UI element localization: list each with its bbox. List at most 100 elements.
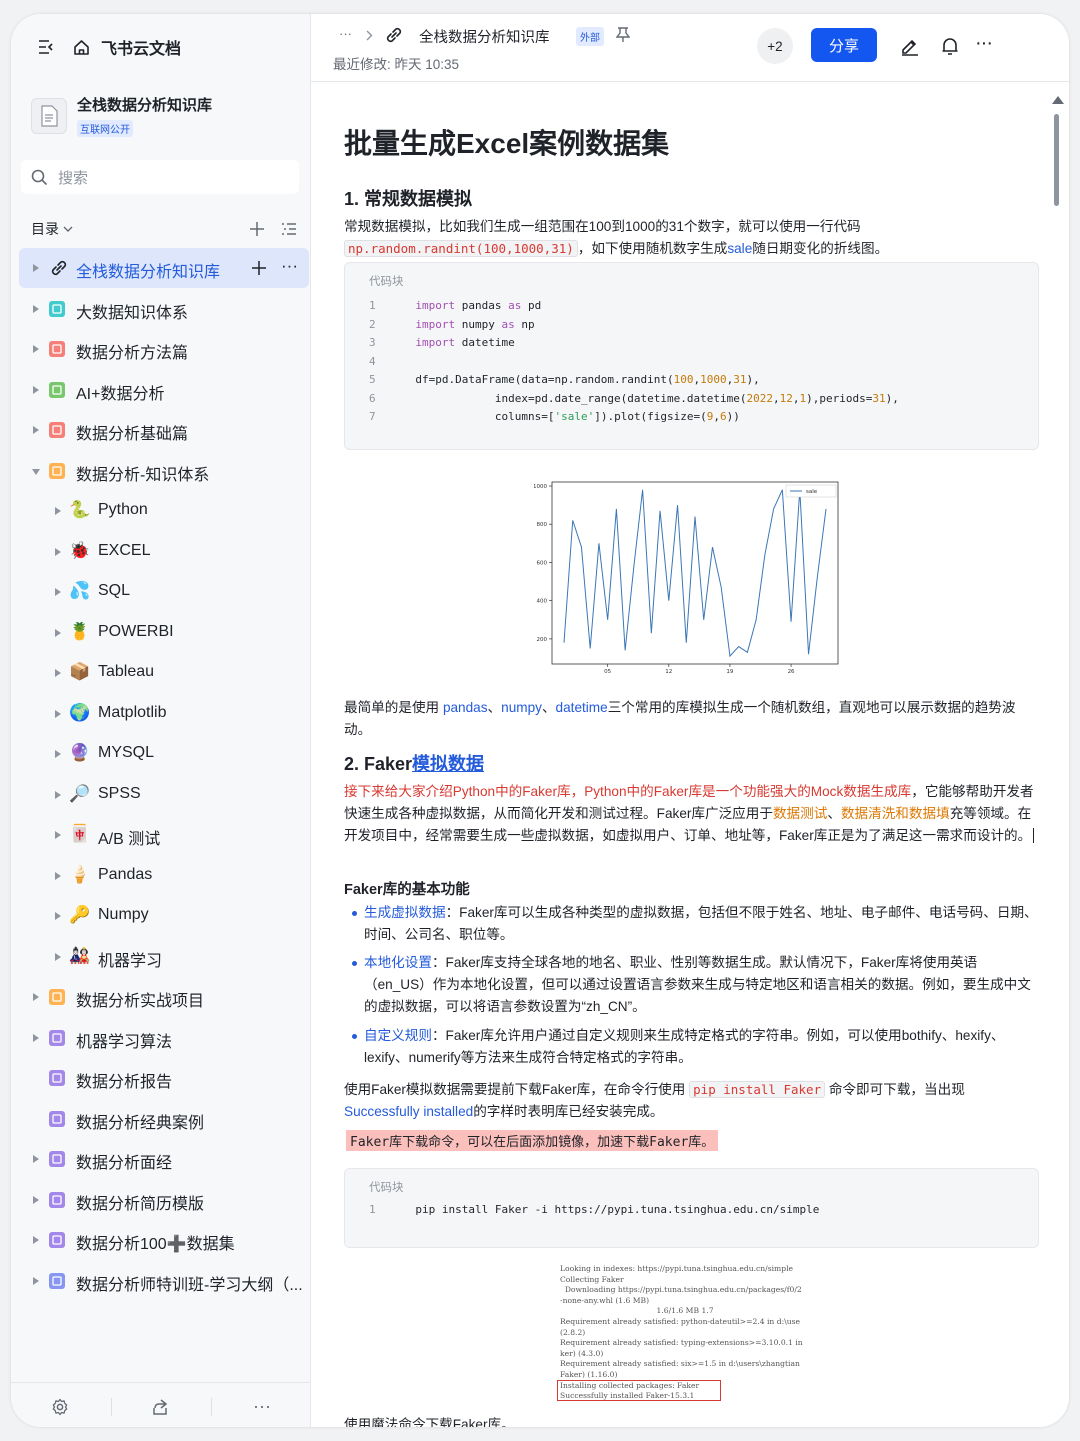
sidebar-item[interactable]: 🀄 A/B 测试 xyxy=(11,815,311,855)
list-item: 生成虚拟数据：Faker库可以生成各种类型的虚拟数据，包括但不限于姓名、地址、电… xyxy=(364,905,1038,942)
sidebar-item[interactable]: 数据分析经典案例 xyxy=(11,1099,311,1139)
sidebar-item[interactable]: 数据分析简历模版 xyxy=(11,1180,311,1220)
sidebar-item[interactable]: 数据分析方法篇 xyxy=(11,329,311,369)
sidebar-item[interactable]: 数据分析基础篇 xyxy=(11,410,311,450)
sidebar-item[interactable]: 📦 Tableau xyxy=(11,653,311,693)
more-options-icon[interactable]: ··· xyxy=(975,32,993,55)
bell-icon[interactable] xyxy=(940,36,960,56)
toc-label[interactable]: 目录 xyxy=(31,219,59,239)
sidebar-item[interactable]: 数据分析师特训班-学习大纲（... xyxy=(11,1261,311,1301)
sidebar-item[interactable]: 数据分析实战项目 xyxy=(11,977,311,1017)
sidebar-item[interactable]: 🌍 Matplotlib xyxy=(11,694,311,734)
caret-right-icon[interactable] xyxy=(55,871,61,880)
collaborator-count: +2 xyxy=(767,38,783,54)
mock-data-link[interactable]: 模拟数据 xyxy=(412,754,484,774)
sidebar-item[interactable]: 🔎 SPSS xyxy=(11,775,311,815)
code-line: 2 import numpy as np xyxy=(369,317,535,331)
chevron-down-icon[interactable] xyxy=(63,226,73,232)
sidebar-item[interactable]: 🔑 Numpy xyxy=(11,896,311,936)
caret-right-icon[interactable] xyxy=(55,507,61,515)
last-modified: 最近修改: 昨天 10:35 xyxy=(333,57,460,72)
paragraph-5: 使用魔法命令下载Faker库。 xyxy=(344,1417,515,1427)
terminal-output: Looking in indexes: https://pypi.tuna.ts… xyxy=(556,1262,836,1402)
caret-right-icon[interactable] xyxy=(55,831,61,839)
breadcrumb-more-icon[interactable]: ··· xyxy=(339,26,352,41)
share-button[interactable]: 分享 xyxy=(811,28,877,62)
caret-right-icon[interactable] xyxy=(33,264,39,272)
item-emoji-icon: 💦 xyxy=(69,581,91,600)
code-line: 4 xyxy=(369,354,376,368)
doc-icon xyxy=(49,1272,65,1289)
collaborators-avatar[interactable]: +2 xyxy=(757,28,793,64)
breadcrumb-current[interactable]: 全栈数据分析知识库 xyxy=(419,26,550,47)
code-block-2[interactable]: 代码块 1 pip install Faker -i https://pypi.… xyxy=(344,1168,1039,1248)
item-more-icon[interactable]: ··· xyxy=(281,256,298,276)
sidebar-item[interactable]: 数据分析-知识体系 xyxy=(11,451,311,491)
caret-right-icon[interactable] xyxy=(55,547,61,556)
sidebar-item[interactable]: 💦 SQL xyxy=(11,572,311,612)
feature-link[interactable]: 本地化设置 xyxy=(364,955,432,970)
sidebar-item[interactable]: 🍍 POWERBI xyxy=(11,613,311,653)
caret-right-icon[interactable] xyxy=(55,588,61,596)
caret-right-icon[interactable] xyxy=(55,709,61,718)
caret-right-icon[interactable] xyxy=(33,345,39,353)
doc-icon xyxy=(49,422,65,438)
share-out-icon[interactable] xyxy=(151,1398,169,1416)
numpy-link[interactable]: numpy xyxy=(501,700,542,715)
paragraph-2: 最简单的是使用 pandas、numpy、datetime三个常用的库模拟生成一… xyxy=(344,700,1016,737)
caret-right-icon[interactable] xyxy=(33,1236,39,1244)
caret-right-icon[interactable] xyxy=(33,993,39,1001)
caret-right-icon[interactable] xyxy=(33,1155,39,1163)
caret-down-icon[interactable] xyxy=(32,468,40,475)
more-icon[interactable]: ··· xyxy=(253,1396,271,1417)
successfully-installed-link[interactable]: Successfully installed xyxy=(344,1104,473,1119)
feature-link[interactable]: 自定义规则 xyxy=(364,1028,432,1043)
sidebar-item[interactable]: 🎎 机器学习 xyxy=(11,937,311,977)
edit-icon[interactable] xyxy=(900,36,920,56)
sidebar-item[interactable]: 数据分析100➕数据集 xyxy=(11,1220,311,1260)
caret-right-icon[interactable] xyxy=(33,385,39,394)
caret-right-icon[interactable] xyxy=(33,304,39,313)
list-outline-icon[interactable] xyxy=(281,221,297,237)
caret-right-icon[interactable] xyxy=(55,790,61,799)
settings-icon[interactable] xyxy=(51,1398,69,1416)
sidebar-item[interactable]: 数据分析面经 xyxy=(11,1139,311,1179)
add-child-icon[interactable] xyxy=(251,260,267,281)
pin-icon[interactable] xyxy=(616,27,630,43)
scrollbar[interactable] xyxy=(1052,96,1064,216)
search-box[interactable]: 搜索 xyxy=(21,160,299,194)
sidebar-item[interactable]: 🐞 EXCEL xyxy=(11,532,311,572)
sidebar-item[interactable]: 🍦 Pandas xyxy=(11,856,311,896)
caret-right-icon[interactable] xyxy=(33,426,39,434)
code-block-1[interactable]: 代码块 1 import pandas as pd 2 import numpy … xyxy=(344,262,1039,450)
terminal-line: Collecting Faker xyxy=(560,1274,624,1284)
y-tick-label: 600 xyxy=(537,560,548,566)
sidebar-item[interactable]: 数据分析报告 xyxy=(11,1058,311,1098)
paragraph-1: 常规数据模拟，比如我们生成一组范围在100到1000的31个数字，就可以使用一行… xyxy=(344,219,889,257)
sidebar-item[interactable]: 机器学习算法 xyxy=(11,1018,311,1058)
sidebar-item[interactable]: 🔮 MYSQL xyxy=(11,734,311,774)
caret-right-icon[interactable] xyxy=(55,750,61,758)
search-input[interactable]: 搜索 xyxy=(58,167,88,188)
caret-right-icon[interactable] xyxy=(55,952,61,961)
sidebar-item[interactable]: 全栈数据分析知识库 ··· xyxy=(19,248,309,288)
caret-right-icon[interactable] xyxy=(33,1195,39,1204)
sidebar-item[interactable]: 🐍 Python xyxy=(11,491,311,531)
menu-collapse-icon[interactable] xyxy=(37,37,57,57)
caret-right-icon[interactable] xyxy=(55,669,61,677)
caret-right-icon[interactable] xyxy=(33,1033,39,1042)
add-icon[interactable] xyxy=(249,221,265,237)
datetime-link[interactable]: datetime xyxy=(556,700,608,715)
feature-link[interactable]: 生成虚拟数据 xyxy=(364,905,446,920)
doc-icon xyxy=(49,1191,65,1208)
space-header[interactable]: 全栈数据分析知识库 互联网公开 xyxy=(31,94,212,138)
sidebar-item[interactable]: 大数据知识体系 xyxy=(11,289,311,329)
caret-right-icon[interactable] xyxy=(33,1276,39,1285)
pandas-link[interactable]: pandas xyxy=(443,700,488,715)
caret-right-icon[interactable] xyxy=(55,912,61,920)
bullet-dot xyxy=(352,961,357,966)
sidebar-item[interactable]: AI+数据分析 xyxy=(11,370,311,410)
caret-right-icon[interactable] xyxy=(55,628,61,637)
home-icon[interactable] xyxy=(71,37,91,57)
sale-link[interactable]: sale xyxy=(727,241,752,256)
